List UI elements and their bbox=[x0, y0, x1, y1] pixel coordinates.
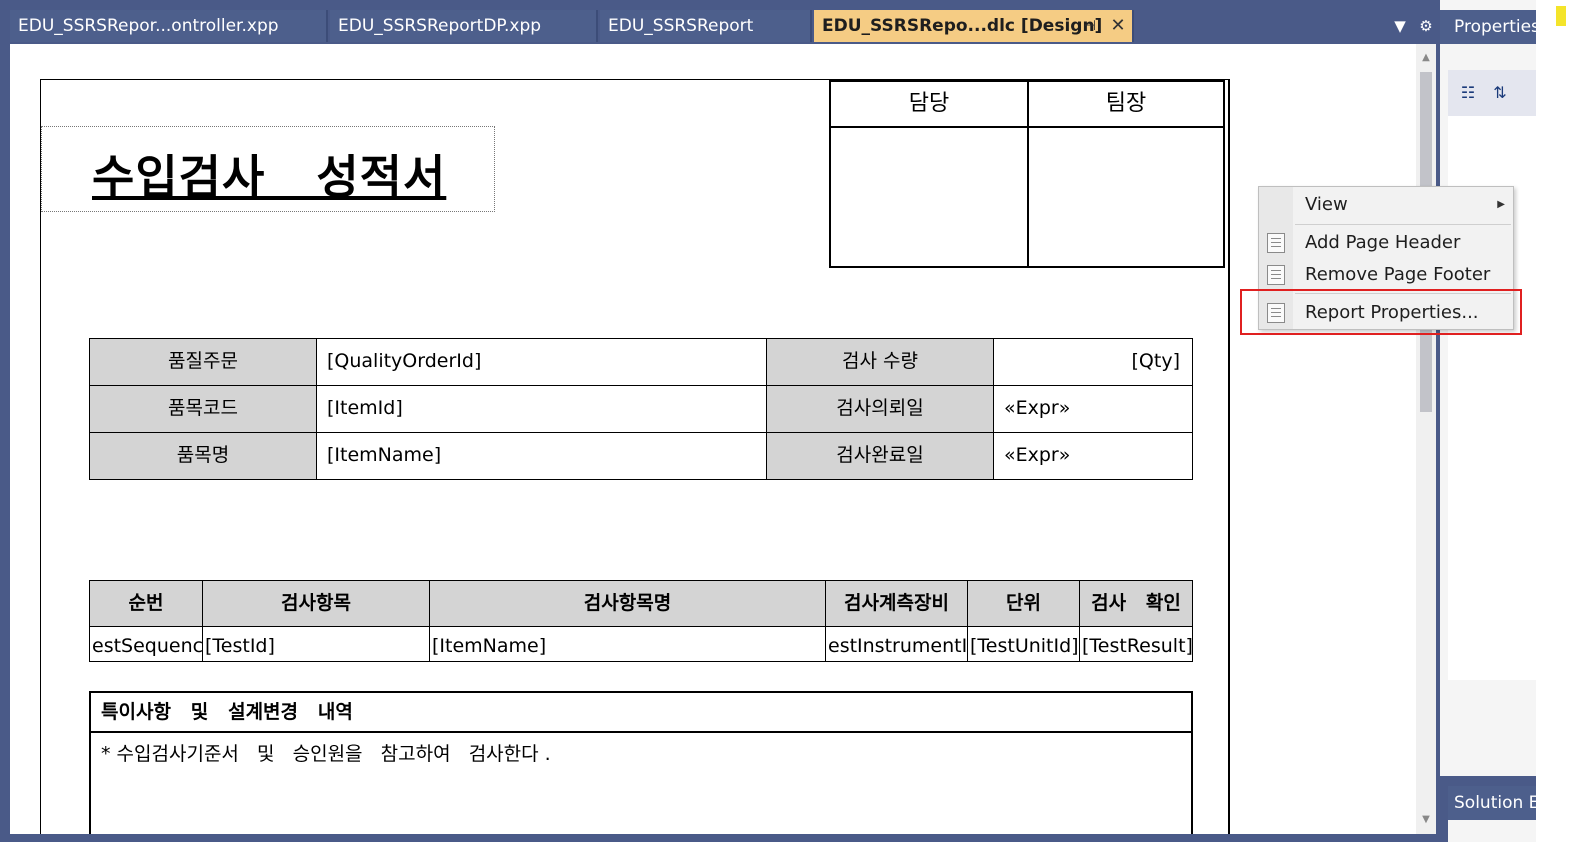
tab-reportdp-xpp[interactable]: EDU_SSRSReportDP.xpp bbox=[330, 10, 598, 42]
report-title: 수입검사 성적서 bbox=[92, 150, 447, 204]
info-label-qty: 검사 수량 bbox=[766, 338, 994, 386]
categorized-icon[interactable]: ☷ bbox=[1454, 80, 1482, 106]
report-design-surface[interactable]: 수입검사 성적서 담당 팀장 품질주문 [QualityOrderId] 검사 … bbox=[10, 44, 1436, 834]
approval-header-teamlead: 팀장 bbox=[1029, 82, 1223, 128]
report-page[interactable]: 수입검사 성적서 담당 팀장 품질주문 [QualityOrderId] 검사 … bbox=[40, 79, 1230, 834]
properties-panel: Properties ☷ ⇅ bbox=[1440, 0, 1536, 776]
page-header-icon bbox=[1267, 233, 1285, 253]
remarks-body[interactable]: * 수입검사기준서 및 승인원을 참고하여 검사한다 . bbox=[101, 739, 551, 766]
info-value-item-name[interactable]: [ItemName] bbox=[316, 432, 767, 480]
menu-item-remove-page-footer[interactable]: Remove Page Footer bbox=[1259, 259, 1513, 291]
scroll-up-icon[interactable]: ▲ bbox=[1416, 48, 1436, 68]
vertical-scrollbar[interactable]: ▲ ▼ bbox=[1416, 44, 1436, 834]
tab-active-label: EDU_SSRSRepo...dlc [Design] bbox=[822, 16, 1103, 36]
info-value-qty[interactable]: [Qty] bbox=[993, 338, 1193, 386]
remarks-box[interactable]: 특이사항 및 설계변경 내역 * 수입검사기준서 및 승인원을 참고하여 검사한… bbox=[89, 691, 1193, 834]
close-icon[interactable]: ✕ bbox=[1106, 12, 1130, 40]
test-lines-table[interactable]: 순번 검사항목 검사항목명 검사계측장비 단위 검사 확인 estSequenc… bbox=[89, 580, 1193, 662]
grid-header-item-name: 검사항목명 bbox=[429, 580, 826, 627]
remarks-title: 특이사항 및 설계변경 내역 bbox=[91, 693, 1191, 733]
menu-item-view-label: View bbox=[1305, 194, 1348, 215]
info-value-quality-order[interactable]: [QualityOrderId] bbox=[316, 338, 767, 386]
menu-item-add-page-header[interactable]: Add Page Header bbox=[1259, 227, 1513, 259]
properties-panel-title[interactable]: Properties bbox=[1440, 10, 1536, 44]
grid-cell-seq[interactable]: estSequenc bbox=[89, 626, 203, 662]
title-textbox[interactable]: 수입검사 성적서 bbox=[41, 126, 495, 212]
grid-header-test-id: 검사항목 bbox=[202, 580, 430, 627]
menu-item-add-page-header-label: Add Page Header bbox=[1305, 232, 1461, 253]
grid-header-unit: 단위 bbox=[967, 580, 1080, 627]
alphabetical-sort-icon[interactable]: ⇅ bbox=[1486, 80, 1514, 106]
properties-toolbar: ☷ ⇅ bbox=[1448, 70, 1536, 116]
document-tab-strip: EDU_SSRSRepor...ontroller.xpp EDU_SSRSRe… bbox=[0, 0, 1440, 44]
grid-header-instrument: 검사계측장비 bbox=[825, 580, 968, 627]
info-table[interactable]: 품질주문 [QualityOrderId] 검사 수량 [Qty] 품목코드 [… bbox=[89, 338, 1193, 480]
approval-header-staff: 담당 bbox=[831, 82, 1027, 128]
info-label-item-id: 품목코드 bbox=[89, 385, 317, 433]
info-label-item-name: 품목명 bbox=[89, 432, 317, 480]
info-label-complete-date: 검사완료일 bbox=[766, 432, 994, 480]
bottom-edge bbox=[0, 834, 1440, 842]
menu-separator bbox=[1295, 224, 1511, 225]
dropdown-icon[interactable]: ▼ bbox=[1390, 14, 1410, 38]
approval-table[interactable]: 담당 팀장 bbox=[829, 80, 1225, 268]
menu-item-remove-page-footer-label: Remove Page Footer bbox=[1305, 264, 1491, 285]
grid-cell-unit[interactable]: [TestUnitId] bbox=[967, 626, 1080, 662]
tab-controller-xpp[interactable]: EDU_SSRSRepor...ontroller.xpp bbox=[10, 10, 328, 42]
grid-cell-test-id[interactable]: [TestId] bbox=[202, 626, 430, 662]
info-label-quality-order: 품질주문 bbox=[89, 338, 317, 386]
submenu-arrow-icon: ▶ bbox=[1497, 199, 1505, 210]
notification-marker bbox=[1556, 6, 1566, 26]
info-label-request-date: 검사의뢰일 bbox=[766, 385, 994, 433]
grid-header-seq: 순번 bbox=[89, 580, 203, 627]
page-footer-icon bbox=[1267, 265, 1285, 285]
info-value-item-id[interactable]: [ItemId] bbox=[316, 385, 767, 433]
approval-divider bbox=[1027, 82, 1029, 268]
scroll-down-icon[interactable]: ▼ bbox=[1416, 810, 1436, 830]
info-value-request-date[interactable]: «Expr» bbox=[993, 385, 1193, 433]
gear-icon[interactable]: ⚙ bbox=[1416, 14, 1436, 38]
menu-item-view[interactable]: View ▶ bbox=[1259, 189, 1513, 221]
grid-cell-item-name[interactable]: [ItemName] bbox=[429, 626, 826, 662]
grid-cell-instrument[interactable]: estInstrumentI bbox=[825, 626, 968, 662]
right-margin bbox=[1536, 0, 1572, 842]
info-value-complete-date[interactable]: «Expr» bbox=[993, 432, 1193, 480]
solution-explorer-title[interactable]: Solution E bbox=[1448, 786, 1536, 820]
tab-ssrsreport[interactable]: EDU_SSRSReport bbox=[600, 10, 812, 42]
pin-icon[interactable]: ⊣ bbox=[1080, 12, 1100, 40]
solution-explorer-body bbox=[1448, 820, 1536, 842]
grid-header-result: 검사 확인 bbox=[1079, 580, 1193, 627]
report-properties-highlight-box bbox=[1240, 289, 1522, 335]
grid-cell-result[interactable]: [TestResult] bbox=[1079, 626, 1193, 662]
